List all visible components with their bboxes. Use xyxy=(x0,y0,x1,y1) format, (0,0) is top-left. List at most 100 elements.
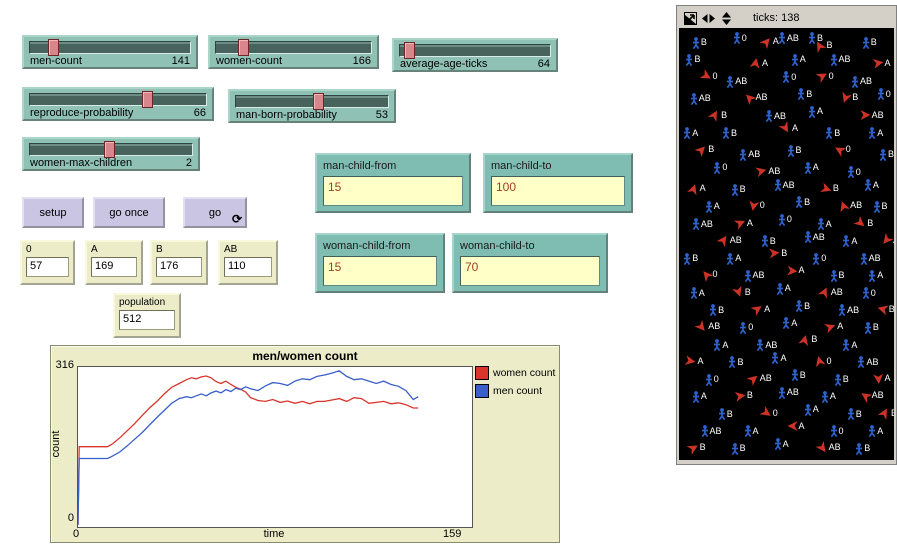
pan-vertical-icon[interactable] xyxy=(720,12,733,25)
go-forever-button[interactable]: go ⟳ xyxy=(183,197,247,228)
slider-men-count[interactable]: men-count141 xyxy=(22,35,198,69)
man-agent: B xyxy=(795,196,810,208)
man-agent: AB xyxy=(774,179,795,191)
agent-blood-type-label: A xyxy=(747,219,753,228)
slider-handle[interactable] xyxy=(404,42,415,59)
man-agent: A xyxy=(868,425,883,437)
input-value[interactable]: 100 xyxy=(491,176,625,206)
y-axis-max-label: 316 xyxy=(51,359,74,371)
slider-handle[interactable] xyxy=(104,141,115,158)
agent-blood-type-label: A xyxy=(799,422,805,431)
agent-blood-type-label: B xyxy=(781,249,787,258)
slider-handle[interactable] xyxy=(142,91,153,108)
agent-blood-type-label: 0 xyxy=(722,163,727,172)
woman-agent: 0 xyxy=(761,408,778,418)
input-value[interactable]: 15 xyxy=(323,176,463,206)
slider-women-max-children[interactable]: women-max-children2 xyxy=(22,137,200,171)
agent-blood-type-label: A xyxy=(753,427,759,436)
slider-label: women-count xyxy=(216,55,282,67)
pan-diagonal-icon[interactable] xyxy=(684,12,697,25)
man-agent: AB xyxy=(739,149,760,161)
agent-blood-type-label: A xyxy=(813,405,819,414)
agent-blood-type-label: 0 xyxy=(714,375,719,384)
slider-track[interactable] xyxy=(399,44,551,57)
agent-blood-type-label: AB xyxy=(710,427,722,436)
agent-blood-type-label: B xyxy=(727,410,733,419)
woman-agent: A xyxy=(780,123,798,133)
agent-blood-type-label: B xyxy=(843,375,849,384)
slider-average-age-ticks[interactable]: average-age-ticks64 xyxy=(392,38,558,72)
slider-handle[interactable] xyxy=(238,39,249,56)
agent-blood-type-label: AB xyxy=(748,150,760,159)
slider-man-born-probability[interactable]: man-born-probability53 xyxy=(228,89,396,123)
man-agent: A xyxy=(683,127,698,139)
man-agent: A xyxy=(842,339,857,351)
slider-handle[interactable] xyxy=(313,93,324,110)
men-women-count-plot: men/women count 316 0 count 0 159 time w… xyxy=(50,345,560,543)
input-value[interactable]: 15 xyxy=(323,256,437,286)
agent-blood-type-label: A xyxy=(700,184,706,193)
woman-agent: AB xyxy=(860,391,884,401)
man-agent: B xyxy=(728,356,743,368)
agent-blood-type-label: AB xyxy=(872,111,884,120)
man-agent: B xyxy=(797,88,812,100)
slider-handle[interactable] xyxy=(48,39,59,56)
woman-agent: 0 xyxy=(817,71,834,81)
slider-value: 64 xyxy=(538,58,550,70)
slider-value: 66 xyxy=(194,107,206,119)
y-axis-title: count xyxy=(50,409,62,479)
go-once-button[interactable]: go once xyxy=(93,197,165,228)
slider-label: women-max-children xyxy=(30,157,132,169)
man-agent: 0 xyxy=(705,374,719,386)
slider-track[interactable] xyxy=(29,143,193,156)
slider-women-count[interactable]: women-count166 xyxy=(208,35,379,69)
agent-blood-type-label: B xyxy=(718,306,724,315)
agent-blood-type-label: 0 xyxy=(787,215,792,224)
slider-track[interactable] xyxy=(29,93,207,106)
agent-blood-type-label: AB xyxy=(783,181,795,190)
agent-blood-type-label: 0 xyxy=(821,254,826,263)
man-agent: B xyxy=(834,374,849,386)
slider-reproduce-probability[interactable]: reproduce-probability66 xyxy=(22,87,214,121)
man-agent: AB xyxy=(830,54,851,66)
plot-title: men/women count xyxy=(51,349,559,363)
man-agent: AB xyxy=(804,231,825,243)
pan-horizontal-icon[interactable] xyxy=(702,12,715,25)
button-label: go xyxy=(209,207,221,219)
plot-line xyxy=(78,376,418,525)
monitor-label: 0 xyxy=(26,244,69,256)
agent-blood-type-label: AB xyxy=(831,288,843,297)
man-agent: B xyxy=(731,443,746,455)
woman-agent: A xyxy=(761,37,779,47)
slider-track[interactable] xyxy=(29,41,191,54)
agent-blood-type-label: 0 xyxy=(760,201,765,210)
agent-blood-type-label: AB xyxy=(787,388,799,397)
agent-blood-type-label: AB xyxy=(708,322,720,331)
man-agent: A xyxy=(776,283,791,295)
women-count-swatch xyxy=(475,366,489,380)
input-value[interactable]: 70 xyxy=(460,256,600,286)
agent-blood-type-label: B xyxy=(891,409,894,418)
agent-blood-type-label: A xyxy=(800,55,806,64)
agent-blood-type-label: A xyxy=(785,284,791,293)
woman-agent: A xyxy=(685,356,703,366)
woman-agent: B xyxy=(696,145,714,155)
agent-blood-type-label: B xyxy=(721,111,727,120)
agent-blood-type-label: B xyxy=(873,323,879,332)
slider-track[interactable] xyxy=(215,41,372,54)
man-agent: A xyxy=(821,391,836,403)
agent-blood-type-label: AB xyxy=(869,254,881,263)
agent-blood-type-label: B xyxy=(826,41,832,50)
agent-blood-type-label: 0 xyxy=(826,357,831,366)
man-agent: A xyxy=(868,270,883,282)
agent-blood-type-label: AB xyxy=(760,374,772,383)
agent-blood-type-label: 0 xyxy=(742,34,747,43)
agent-blood-type-label: B xyxy=(864,444,870,453)
woman-agent: B xyxy=(769,248,787,258)
man-agent: B xyxy=(787,145,802,157)
agent-blood-type-label: A xyxy=(735,254,741,263)
setup-button[interactable]: setup xyxy=(22,197,84,228)
man-agent: B xyxy=(825,127,840,139)
slider-track[interactable] xyxy=(235,95,389,108)
agent-blood-type-label: A xyxy=(792,124,798,133)
